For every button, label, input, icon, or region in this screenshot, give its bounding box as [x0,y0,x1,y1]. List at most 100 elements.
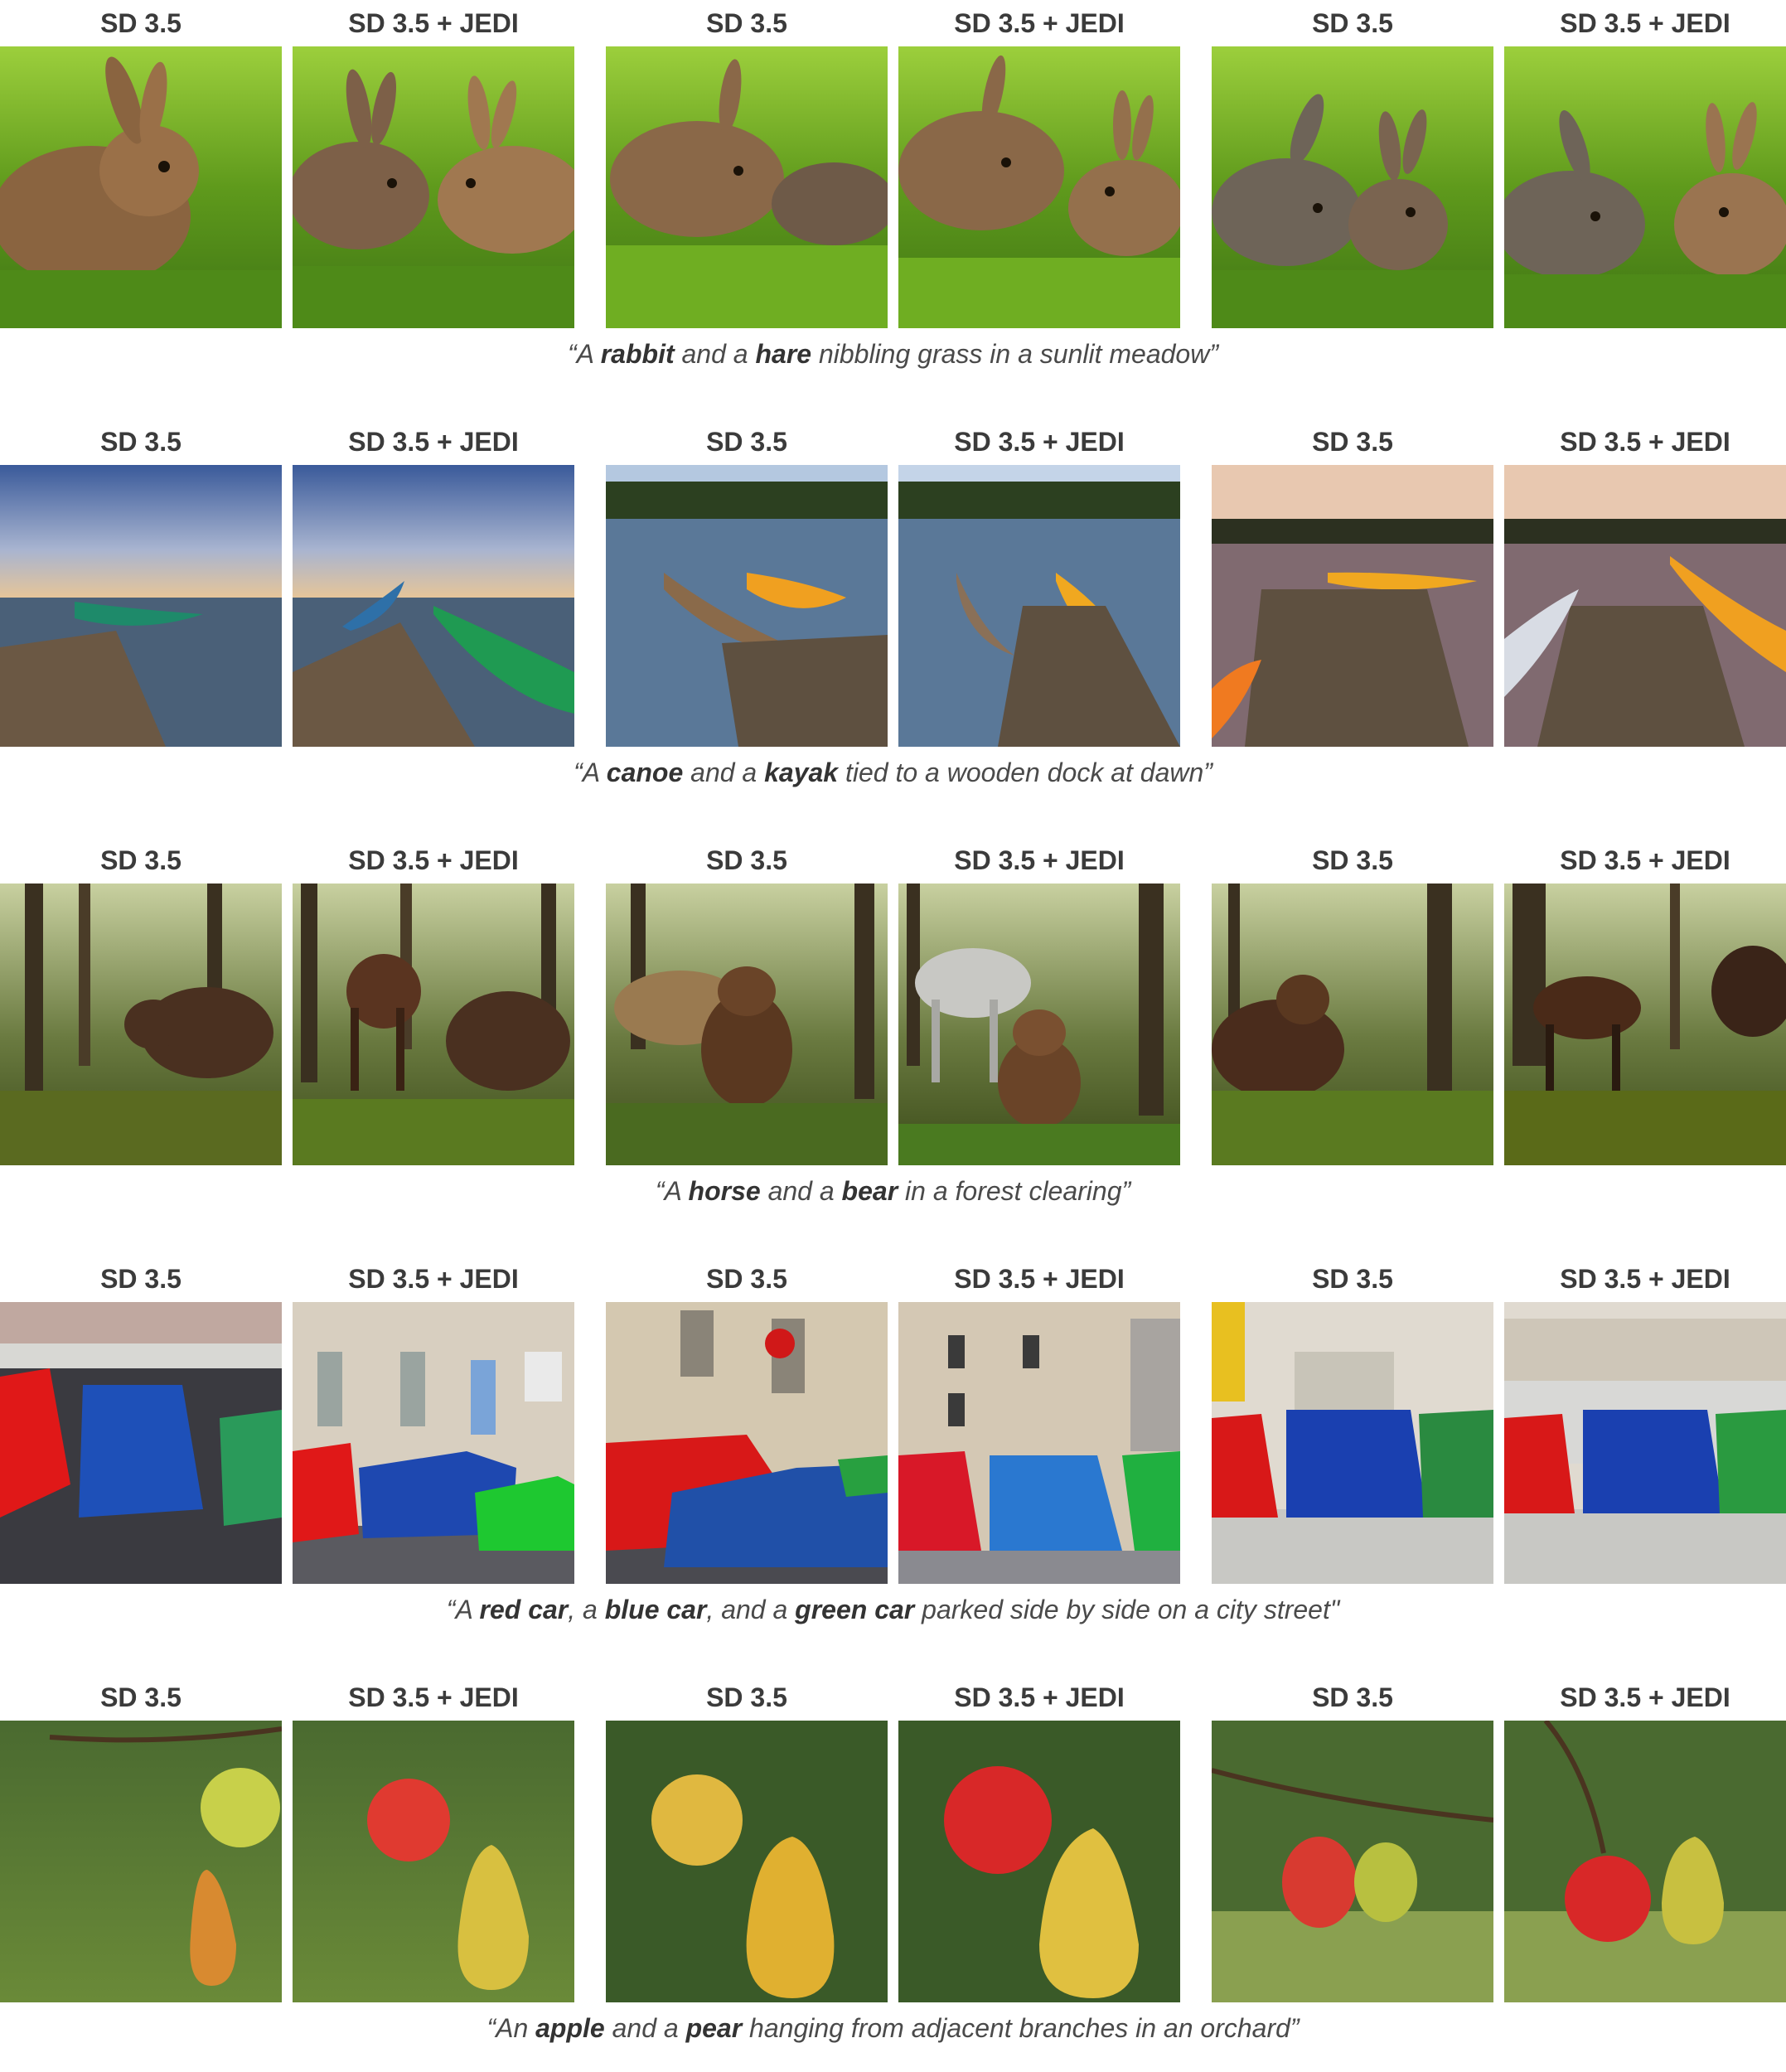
panel-label: SD 3.5 + JEDI [954,1264,1125,1294]
panel: SD 3.5 [1212,1256,1493,1584]
panel-label: SD 3.5 + JEDI [954,1682,1125,1712]
panel: SD 3.5 + JEDI [293,837,574,1165]
panel: SD 3.5 + JEDI [1504,0,1786,328]
caption-text: , and a [706,1595,796,1624]
caption-keyword: hare [755,339,812,369]
caption-text: in a forest clearing” [898,1176,1131,1206]
caption-text: parked side by side on a city street" [914,1595,1340,1624]
generated-image [1504,1302,1786,1584]
caption-text: “A [574,758,607,787]
panel: SD 3.5 [0,1674,282,2002]
panel: SD 3.5 + JEDI [1504,419,1786,747]
panel-label: SD 3.5 + JEDI [954,8,1125,38]
generated-image [898,465,1180,747]
caption-keyword: red car [479,1595,569,1624]
generated-image [0,884,282,1165]
generated-image [0,1721,282,2002]
panel: SD 3.5 + JEDI [898,0,1180,328]
panel-label: SD 3.5 [100,427,182,457]
caption-keyword: kayak [764,758,839,787]
panel-label: SD 3.5 + JEDI [1560,845,1730,875]
panel: SD 3.5 [606,419,888,747]
panel: SD 3.5 [0,0,282,328]
panel-label: SD 3.5 [1312,1264,1393,1294]
caption-keyword: rabbit [600,339,675,369]
panel: SD 3.5 + JEDI [898,837,1180,1165]
generated-image [898,1302,1180,1584]
panel-label: SD 3.5 + JEDI [348,427,519,457]
caption-text: and a [760,1176,842,1206]
panel: SD 3.5 [1212,1674,1493,2002]
generated-image [1212,465,1493,747]
panel: SD 3.5 + JEDI [898,1256,1180,1584]
panel-label: SD 3.5 [100,1682,182,1712]
panel: SD 3.5 [606,1256,888,1584]
panel: SD 3.5 [0,1256,282,1584]
panel-label: SD 3.5 + JEDI [348,845,519,875]
generated-image [293,465,574,747]
panel: SD 3.5 + JEDI [293,1674,574,2002]
generated-image [0,1302,282,1584]
generated-image [1504,465,1786,747]
panel-label: SD 3.5 [1312,1682,1393,1712]
panel-label: SD 3.5 + JEDI [1560,1682,1730,1712]
caption-text: “An [486,2013,536,2043]
caption-text: , a [568,1595,605,1624]
generated-image [0,465,282,747]
prompt-caption: “A canoe and a kayak tied to a wooden do… [0,751,1786,794]
generated-image [1212,884,1493,1165]
panel-label: SD 3.5 + JEDI [954,845,1125,875]
caption-keyword: horse [688,1176,761,1206]
generated-image [898,884,1180,1165]
prompt-caption: “A red car, a blue car, and a green car … [0,1588,1786,1631]
panel: SD 3.5 + JEDI [293,0,574,328]
panel: SD 3.5 + JEDI [898,1674,1180,2002]
panel-label: SD 3.5 [100,8,182,38]
panel: SD 3.5 + JEDI [1504,1256,1786,1584]
panel: SD 3.5 [1212,419,1493,747]
generated-image [898,1721,1180,2002]
caption-text: tied to a wooden dock at dawn” [838,758,1212,787]
panel: SD 3.5 + JEDI [1504,837,1786,1165]
panel-label: SD 3.5 + JEDI [954,427,1125,457]
generated-image [293,884,574,1165]
generated-image [1212,1721,1493,2002]
panel: SD 3.5 + JEDI [293,419,574,747]
panel-label: SD 3.5 [706,427,787,457]
panel: SD 3.5 [606,837,888,1165]
generated-image [606,1721,888,2002]
panel-label: SD 3.5 + JEDI [1560,8,1730,38]
panel-label: SD 3.5 [1312,8,1393,38]
caption-keyword: apple [535,2013,605,2043]
generated-image [293,1302,574,1584]
panel-label: SD 3.5 + JEDI [1560,427,1730,457]
generated-image [1504,1721,1786,2002]
panel-label: SD 3.5 [1312,845,1393,875]
prompt-caption: “A horse and a bear in a forest clearing… [0,1169,1786,1213]
prompt-caption: “An apple and a pear hanging from adjace… [0,2007,1786,2050]
caption-text: and a [604,2013,686,2043]
caption-keyword: green car [795,1595,915,1624]
panel: SD 3.5 [606,0,888,328]
panel-label: SD 3.5 [1312,427,1393,457]
panel: SD 3.5 + JEDI [293,1256,574,1584]
caption-text: and a [683,758,765,787]
generated-image [898,46,1180,328]
generated-image [0,46,282,328]
panel-label: SD 3.5 [706,1264,787,1294]
panel: SD 3.5 [1212,837,1493,1165]
panel-label: SD 3.5 [706,845,787,875]
panel-label: SD 3.5 + JEDI [1560,1264,1730,1294]
generated-image [1504,46,1786,328]
caption-text: hanging from adjacent branches in an orc… [742,2013,1300,2043]
panel-label: SD 3.5 + JEDI [348,1682,519,1712]
panel: SD 3.5 [0,837,282,1165]
panel: SD 3.5 [606,1674,888,2002]
panel-label: SD 3.5 [100,1264,182,1294]
panel-label: SD 3.5 + JEDI [348,1264,519,1294]
panel: SD 3.5 + JEDI [898,419,1180,747]
generated-image [293,46,574,328]
generated-image [293,1721,574,2002]
generated-image [1212,1302,1493,1584]
caption-keyword: blue car [604,1595,707,1624]
